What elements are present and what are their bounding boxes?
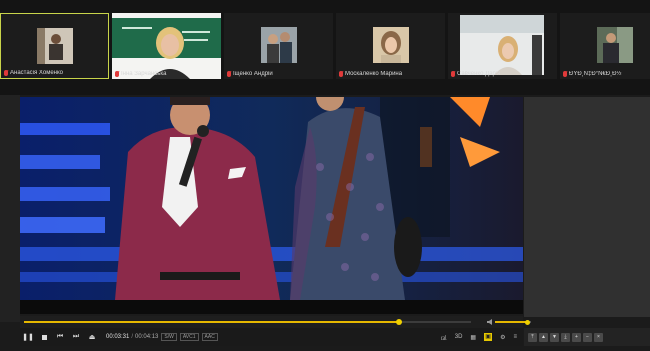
stop-button[interactable] — [36, 330, 52, 344]
skip-forward-icon: ⏭ — [72, 333, 80, 340]
participant-name: Анастасія Хоменко — [10, 70, 63, 76]
move-bottom-icon[interactable]: ⤓ — [561, 332, 570, 342]
clear-icon[interactable]: × — [594, 332, 603, 342]
pause-icon: ❚❚ — [22, 334, 34, 341]
remove-icon[interactable]: − — [583, 332, 592, 342]
playlist-icon[interactable]: ▣ — [484, 333, 493, 341]
mic-muted-icon — [227, 71, 231, 77]
volume-track[interactable] — [495, 320, 531, 325]
panel-controls: ⤒ ▲ ▼ ⤓ + − × — [524, 328, 650, 346]
move-top-icon[interactable]: ⤒ — [528, 332, 537, 342]
participant-tile[interactable]: ÐŸÐ¸Ñ‡Ð°Ñ€Ð¸Ð½ — [560, 13, 650, 79]
mic-muted-icon — [339, 71, 343, 77]
participant-tile[interactable]: Іщенко Андрій — [224, 13, 333, 79]
participant-name: Іщенко Андрій — [233, 71, 273, 77]
participant-tile[interactable]: Анастасія Хоменко — [0, 13, 109, 79]
side-panel — [524, 97, 650, 317]
participant-strip: Анастасія Хоменко Інна Зарчанська Іщенко… — [0, 0, 650, 95]
mic-muted-icon — [451, 71, 455, 77]
audio-codec-badge: AAC — [201, 333, 218, 341]
stop-icon — [41, 334, 47, 340]
pause-button[interactable]: ❚❚ — [20, 330, 36, 344]
participant-name: Інна Зарчанська — [121, 71, 167, 77]
eject-button[interactable]: ⏏ — [84, 330, 100, 344]
seek-progress — [24, 321, 400, 323]
settings-icon[interactable]: ⚙ — [500, 334, 505, 341]
shared-video-frame[interactable] — [20, 97, 523, 300]
capture-icon[interactable]: ▦ — [470, 334, 476, 341]
volume-handle[interactable] — [525, 320, 531, 325]
player-controls: ❚❚ ⏮ ⏭ ⏏ 00:03:31/00:04:13 S/W AVC1 AAC … — [20, 328, 523, 346]
add-icon[interactable]: + — [572, 332, 581, 342]
next-button[interactable]: ⏭ — [68, 330, 84, 344]
seek-handle[interactable] — [396, 319, 403, 325]
subtitle-icon[interactable]: ㎈ — [441, 333, 447, 342]
participant-tile[interactable]: Москаленко Марина — [336, 13, 445, 79]
volume-level — [495, 321, 528, 323]
participant-video — [112, 13, 221, 79]
participant-tile[interactable]: Савченко Дар'я — [448, 13, 557, 79]
move-down-icon[interactable]: ▼ — [550, 332, 559, 342]
participant-tile[interactable]: Інна Зарчанська — [112, 13, 221, 79]
seek-track[interactable] — [24, 319, 471, 325]
current-time: 00:03:31 — [106, 334, 130, 340]
eject-icon: ⏏ — [88, 334, 96, 341]
previous-button[interactable]: ⏮ — [52, 330, 68, 344]
meeting-window: Анастасія Хоменко Інна Зарчанська Іщенко… — [0, 0, 650, 351]
participant-name: Савченко Дар'я — [457, 71, 501, 77]
volume-control[interactable] — [487, 319, 535, 325]
menu-icon[interactable]: ≡ — [513, 334, 517, 340]
participant-name: ÐŸÐ¸Ñ‡Ð°Ñ€Ð¸Ð½ — [569, 71, 622, 77]
move-up-icon[interactable]: ▲ — [539, 332, 548, 342]
participant-video-thumbnail — [596, 27, 633, 63]
mic-muted-icon — [563, 71, 567, 77]
participant-video-thumbnail — [372, 27, 409, 63]
participant-video-thumbnail — [36, 28, 73, 64]
decoder-badge[interactable]: S/W — [161, 333, 177, 341]
participant-video-thumbnail — [260, 27, 297, 63]
seek-bar[interactable] — [20, 316, 531, 328]
total-duration: 00:04:13 — [135, 334, 159, 340]
time-display: 00:03:31/00:04:13 — [106, 334, 158, 340]
mic-muted-icon — [115, 71, 119, 77]
video-codec-badge: AVC1 — [179, 333, 199, 341]
mic-muted-icon — [4, 70, 8, 76]
participant-name: Москаленко Марина — [345, 71, 403, 77]
video-letterbox — [20, 300, 523, 314]
3d-toggle[interactable]: 3D — [455, 334, 463, 340]
time-separator: / — [131, 334, 134, 340]
left-gutter — [0, 95, 20, 322]
skip-back-icon: ⏮ — [56, 333, 64, 340]
volume-icon[interactable] — [487, 319, 494, 325]
participant-video — [460, 15, 544, 75]
